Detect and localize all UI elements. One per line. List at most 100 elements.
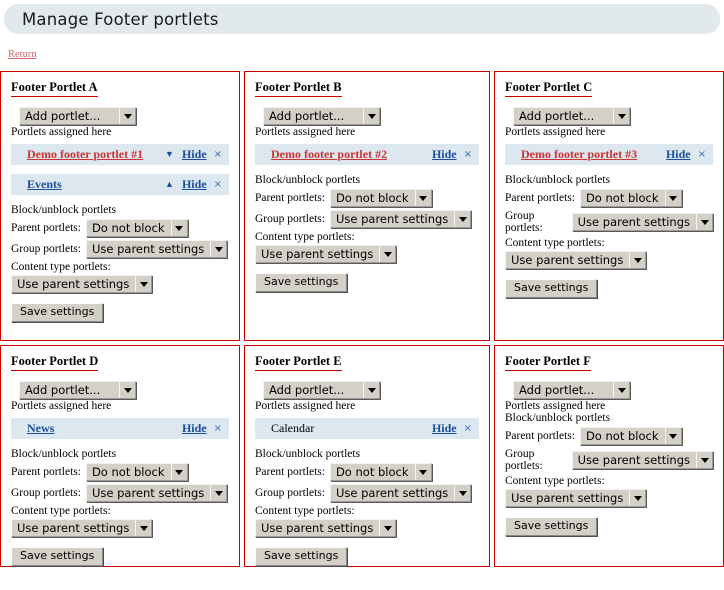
group-portlets-select-b-value: Use parent settings: [330, 211, 455, 227]
assigned-portlet-row: Demo footer portlet #2 Hide ×: [255, 144, 479, 165]
add-portlet-select-f[interactable]: Add portlet...: [513, 381, 630, 399]
content-type-label-e: Content type portlets:: [255, 505, 355, 517]
chevron-down-icon[interactable]: [119, 108, 135, 124]
hide-portlet-link[interactable]: Hide: [182, 147, 207, 162]
content-type-select-b[interactable]: Use parent settings: [255, 245, 397, 263]
chevron-down-icon[interactable]: [210, 241, 227, 257]
parent-portlets-select-c[interactable]: Do not block: [579, 189, 682, 207]
add-portlet-select-e[interactable]: Add portlet...: [263, 381, 380, 399]
chevron-down-icon[interactable]: [664, 190, 681, 206]
group-portlets-select-b[interactable]: Use parent settings: [329, 210, 472, 228]
content-type-select-e-value: Use parent settings: [256, 520, 380, 536]
portlet-panel-b: Footer Portlet B Add portlet... Portlets a…: [244, 71, 490, 341]
group-portlets-field-e: Group portlets: Use parent settings: [255, 484, 479, 502]
add-portlet-select-c[interactable]: Add portlet...: [513, 107, 630, 125]
close-icon[interactable]: ×: [214, 179, 222, 190]
group-portlets-field-c: Group portlets: Use parent settings: [505, 210, 713, 234]
content-type-select-f[interactable]: Use parent settings: [505, 489, 647, 507]
parent-portlets-select-a-value: Do not block: [86, 220, 171, 236]
assigned-portlet-name[interactable]: News: [27, 421, 182, 436]
chevron-down-icon[interactable]: [210, 485, 227, 501]
chevron-down-icon[interactable]: [170, 220, 187, 236]
chevron-down-icon[interactable]: [696, 214, 712, 230]
content-type-select-e[interactable]: Use parent settings: [255, 519, 397, 537]
hide-portlet-link[interactable]: Hide: [666, 147, 691, 162]
group-portlets-select-e[interactable]: Use parent settings: [329, 484, 472, 502]
assigned-portlet-name[interactable]: Demo footer portlet #1: [27, 147, 165, 162]
chevron-down-icon[interactable]: [664, 428, 681, 444]
chevron-down-icon[interactable]: [414, 464, 431, 480]
parent-portlets-select-e[interactable]: Do not block: [329, 463, 432, 481]
chevron-down-icon[interactable]: [613, 108, 629, 124]
chevron-down-icon[interactable]: [454, 211, 471, 227]
parent-portlets-label: Parent portlets:: [255, 466, 325, 478]
parent-portlets-select-f[interactable]: Do not block: [579, 427, 682, 445]
save-settings-button-e[interactable]: Save settings: [255, 547, 348, 567]
add-portlet-select-a-value: Add portlet...: [20, 108, 119, 124]
group-portlets-field-d: Group portlets: Use parent settings: [11, 484, 229, 502]
add-portlet-select-e-value: Add portlet...: [264, 382, 363, 398]
chevron-down-icon[interactable]: [613, 382, 629, 398]
parent-portlets-select-b[interactable]: Do not block: [329, 189, 432, 207]
parent-portlets-label: Parent portlets:: [11, 222, 81, 234]
save-settings-button-f[interactable]: Save settings: [505, 517, 598, 537]
close-icon[interactable]: ×: [214, 149, 222, 160]
group-portlets-label: Group portlets:: [255, 213, 325, 225]
close-icon[interactable]: ×: [698, 149, 706, 160]
content-type-select-f-value: Use parent settings: [506, 490, 630, 506]
chevron-down-icon[interactable]: [119, 382, 135, 398]
save-settings-button-a[interactable]: Save settings: [11, 303, 104, 323]
save-settings-button-b[interactable]: Save settings: [255, 273, 348, 293]
parent-portlets-select-d[interactable]: Do not block: [85, 463, 188, 481]
assigned-portlet-row: News Hide ×: [11, 418, 229, 439]
hide-portlet-link[interactable]: Hide: [182, 177, 207, 192]
close-icon[interactable]: ×: [464, 149, 472, 160]
chevron-down-icon[interactable]: [629, 490, 646, 506]
chevron-down-icon[interactable]: [629, 252, 646, 268]
group-portlets-select-f[interactable]: Use parent settings: [571, 451, 713, 469]
chevron-down-icon[interactable]: [363, 382, 379, 398]
content-type-field-b: Use parent settings: [255, 245, 479, 263]
hide-portlet-link[interactable]: Hide: [182, 421, 207, 436]
add-portlet-select-a[interactable]: Add portlet...: [19, 107, 136, 125]
close-icon[interactable]: ×: [464, 423, 472, 434]
chevron-down-icon[interactable]: [414, 190, 431, 206]
save-settings-button-d[interactable]: Save settings: [11, 547, 104, 567]
chevron-down-icon[interactable]: [170, 464, 187, 480]
content-type-select-c-value: Use parent settings: [506, 252, 630, 268]
move-up-icon[interactable]: ▲: [165, 180, 174, 189]
chevron-down-icon[interactable]: [379, 246, 396, 262]
chevron-down-icon[interactable]: [135, 520, 152, 536]
parent-portlets-field-b: Parent portlets: Do not block: [255, 189, 479, 207]
chevron-down-icon[interactable]: [379, 520, 396, 536]
content-type-select-c[interactable]: Use parent settings: [505, 251, 647, 269]
group-portlets-label: Group portlets:: [11, 487, 81, 499]
parent-portlets-label: Parent portlets:: [505, 192, 575, 204]
group-portlets-select-a[interactable]: Use parent settings: [85, 240, 228, 258]
assigned-portlet-name[interactable]: Demo footer portlet #3: [521, 147, 666, 162]
assigned-portlet-list-a: Demo footer portlet #1 ▼ Hide × Events ▲ Hide ×: [11, 144, 229, 195]
chevron-down-icon[interactable]: [454, 485, 471, 501]
assigned-note-e: Portlets assigned here: [255, 400, 356, 412]
move-down-icon[interactable]: ▼: [165, 150, 174, 159]
content-type-select-a[interactable]: Use parent settings: [11, 275, 153, 293]
group-portlets-select-c[interactable]: Use parent settings: [571, 213, 713, 231]
group-portlets-field-a: Group portlets: Use parent settings: [11, 240, 229, 258]
chevron-down-icon[interactable]: [696, 452, 712, 468]
chevron-down-icon[interactable]: [135, 276, 152, 292]
hide-portlet-link[interactable]: Hide: [432, 421, 457, 436]
content-type-select-d[interactable]: Use parent settings: [11, 519, 153, 537]
hide-portlet-link[interactable]: Hide: [432, 147, 457, 162]
add-portlet-select-b[interactable]: Add portlet...: [263, 107, 380, 125]
assigned-portlet-name[interactable]: Demo footer portlet #2: [271, 147, 432, 162]
assigned-portlet-name[interactable]: Events: [27, 177, 165, 192]
chevron-down-icon[interactable]: [363, 108, 379, 124]
assigned-portlet-list-c: Demo footer portlet #3 Hide ×: [505, 144, 713, 165]
add-portlet-select-d[interactable]: Add portlet...: [19, 381, 136, 399]
assigned-portlet-name: Calendar: [271, 421, 315, 435]
close-icon[interactable]: ×: [214, 423, 222, 434]
group-portlets-select-d[interactable]: Use parent settings: [85, 484, 228, 502]
save-settings-button-c[interactable]: Save settings: [505, 279, 598, 299]
return-link[interactable]: Return: [8, 49, 37, 60]
parent-portlets-select-a[interactable]: Do not block: [85, 219, 188, 237]
